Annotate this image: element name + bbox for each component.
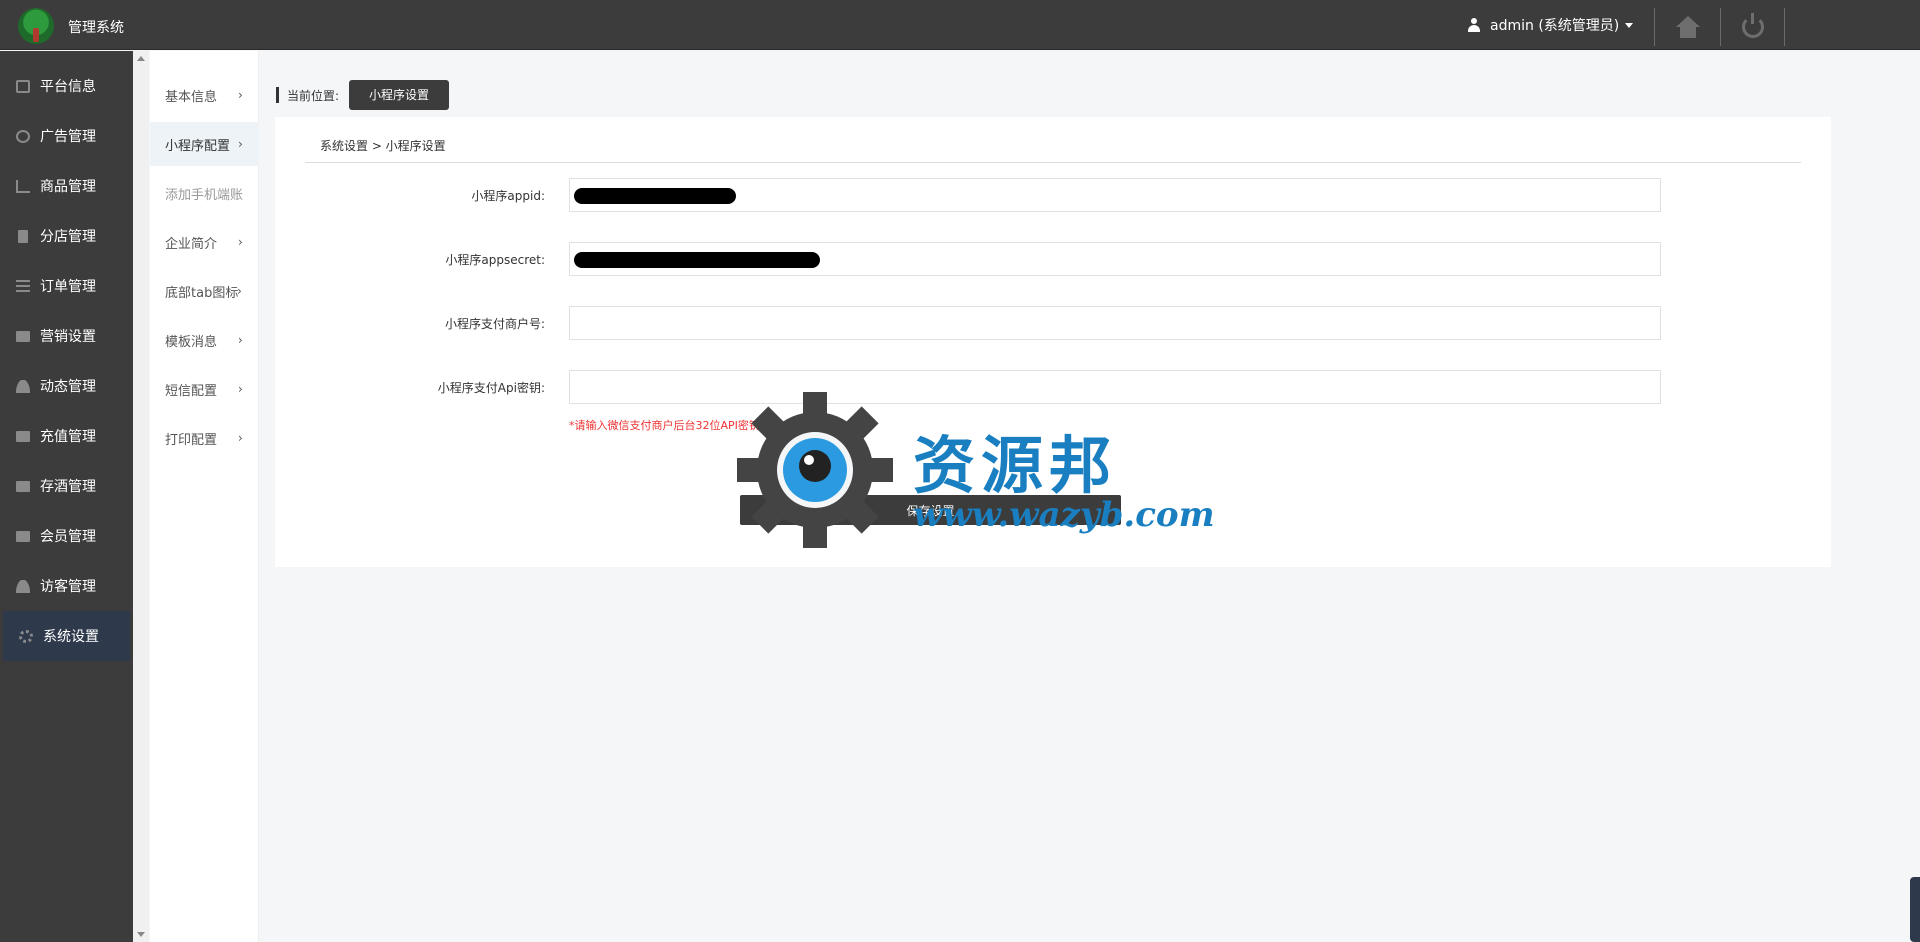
header-divider (1720, 8, 1721, 46)
sidebar-item-system-settings[interactable]: 系统设置 (3, 611, 130, 661)
home-button[interactable] (1657, 8, 1719, 46)
sidebar-item-visitors[interactable]: 访客管理 (0, 561, 133, 611)
subnav-item-add-mobile-account[interactable]: 添加手机端账 (150, 171, 259, 215)
power-icon (1742, 13, 1764, 38)
sidebar-item-label: 访客管理 (40, 579, 96, 595)
sidebar-item-ads[interactable]: 广告管理 (0, 111, 133, 161)
merchant-id-input[interactable] (569, 306, 1661, 340)
redaction-mark (574, 252, 820, 268)
user-label: admin (系统管理员) (1490, 18, 1620, 34)
sidebar-item-label: 广告管理 (40, 129, 96, 145)
appsecret-input[interactable] (569, 242, 1661, 276)
sidebar-item-feeds[interactable]: 动态管理 (0, 361, 133, 411)
settings-panel: 系统设置 > 小程序设置 小程序appid: 小程序appsecret: 小程序… (275, 117, 1831, 567)
settings-subnav: 基本信息 › 小程序配置 › 添加手机端账 企业简介 › 底部tab图标 › 模… (150, 51, 259, 942)
sidebar-item-label: 动态管理 (40, 379, 96, 395)
panel-breadcrumb: 系统设置 > 小程序设置 (320, 139, 446, 153)
logout-button[interactable] (1722, 8, 1784, 46)
location-current-button[interactable]: 小程序设置 (349, 80, 450, 110)
user-icon (1468, 18, 1480, 32)
sidebar-item-branches[interactable]: 分店管理 (0, 211, 133, 261)
merchant-id-label: 小程序支付商户号: (444, 317, 545, 331)
chevron-right-icon: › (238, 235, 243, 249)
sidebar-item-label: 存酒管理 (40, 479, 96, 495)
chevron-right-icon: › (238, 382, 243, 396)
caret-down-icon (1625, 22, 1634, 28)
newspaper-icon (16, 79, 30, 93)
chevron-right-icon: › (238, 333, 243, 347)
header-divider (1654, 8, 1655, 46)
page-scrollbar[interactable] (1910, 877, 1920, 942)
scroll-down-icon[interactable] (137, 932, 145, 937)
location-bar: 当前位置: 小程序设置 (276, 80, 450, 110)
top-header: 管理系统 admin (系统管理员) (0, 0, 1920, 50)
sidebar-item-recharge[interactable]: 充值管理 (0, 411, 133, 461)
user-icon (16, 379, 30, 393)
sidebar-item-label: 营销设置 (40, 329, 96, 345)
sidebar-item-label: 商品管理 (40, 179, 96, 195)
api-key-hint: *请输入微信支付商户后台32位API密钥 (569, 419, 760, 432)
sidebar-scrollbar[interactable] (133, 51, 149, 942)
home-icon (1676, 16, 1700, 38)
subnav-item-miniprogram-config[interactable]: 小程序配置 › (150, 122, 259, 166)
gift-icon (16, 330, 30, 342)
appid-label: 小程序appid: (471, 189, 545, 203)
chevron-right-icon: › (238, 88, 243, 102)
appsecret-label: 小程序appsecret: (445, 253, 545, 267)
sidebar-item-label: 分店管理 (40, 229, 96, 245)
subnav-item-label: 短信配置 (165, 383, 218, 399)
user-icon (16, 579, 30, 593)
subnav-item-label: 添加手机端账 (165, 187, 244, 203)
sidebar-item-label: 充值管理 (40, 429, 96, 445)
subnav-item-label: 小程序配置 (165, 138, 231, 154)
list-icon (16, 279, 30, 293)
chevron-right-icon: › (237, 284, 242, 298)
sidebar-item-orders[interactable]: 订单管理 (0, 261, 133, 311)
scroll-up-icon[interactable] (137, 56, 145, 61)
globe-icon (16, 129, 30, 143)
gift-icon (16, 530, 30, 542)
chevron-right-icon: › (238, 431, 243, 445)
sidebar-item-products[interactable]: 商品管理 (0, 161, 133, 211)
save-button[interactable]: 保存设置 (740, 495, 1121, 525)
api-key-label: 小程序支付Api密钥: (437, 381, 545, 395)
sidebar-item-label: 订单管理 (40, 279, 96, 295)
sidebar-item-wine-storage[interactable]: 存酒管理 (0, 461, 133, 511)
gift-icon (16, 480, 30, 492)
main-sidebar: 平台信息 广告管理 商品管理 分店管理 订单管理 营销设置 动态管理 充值管理 … (0, 51, 133, 942)
subnav-item-tab-icons[interactable]: 底部tab图标 › (150, 269, 259, 313)
redaction-mark (574, 188, 736, 204)
user-menu[interactable]: admin (系统管理员) (1468, 15, 1634, 35)
sidebar-item-label: 系统设置 (43, 629, 99, 645)
sidebar-item-label: 会员管理 (40, 529, 96, 545)
gear-icon (19, 629, 33, 643)
app-title: 管理系统 (68, 20, 124, 36)
subnav-item-label: 企业简介 (165, 236, 218, 252)
panel-divider (305, 162, 1801, 163)
location-label: 当前位置: (287, 88, 340, 103)
chevron-right-icon: › (238, 137, 243, 151)
location-marker (276, 87, 279, 103)
header-divider (1784, 8, 1785, 46)
gift-icon (16, 430, 30, 442)
cart-icon (16, 179, 30, 193)
building-icon (18, 229, 28, 243)
subnav-item-label: 模板消息 (165, 334, 218, 350)
subnav-item-label: 基本信息 (165, 89, 218, 105)
logo-icon (18, 8, 54, 44)
sidebar-item-members[interactable]: 会员管理 (0, 511, 133, 561)
sidebar-item-marketing[interactable]: 营销设置 (0, 311, 133, 361)
sidebar-item-label: 平台信息 (40, 79, 96, 95)
subnav-item-sms-config[interactable]: 短信配置 › (150, 367, 259, 411)
subnav-item-basic-info[interactable]: 基本信息 › (150, 73, 259, 117)
api-key-input[interactable] (569, 370, 1661, 404)
subnav-item-label: 打印配置 (165, 432, 218, 448)
sidebar-item-platform-info[interactable]: 平台信息 (0, 61, 133, 111)
subnav-item-template-messages[interactable]: 模板消息 › (150, 318, 259, 362)
appid-input[interactable] (569, 178, 1661, 212)
subnav-item-print-config[interactable]: 打印配置 › (150, 416, 259, 460)
subnav-item-company-intro[interactable]: 企业简介 › (150, 220, 259, 264)
subnav-item-label: 底部tab图标 (165, 285, 239, 301)
